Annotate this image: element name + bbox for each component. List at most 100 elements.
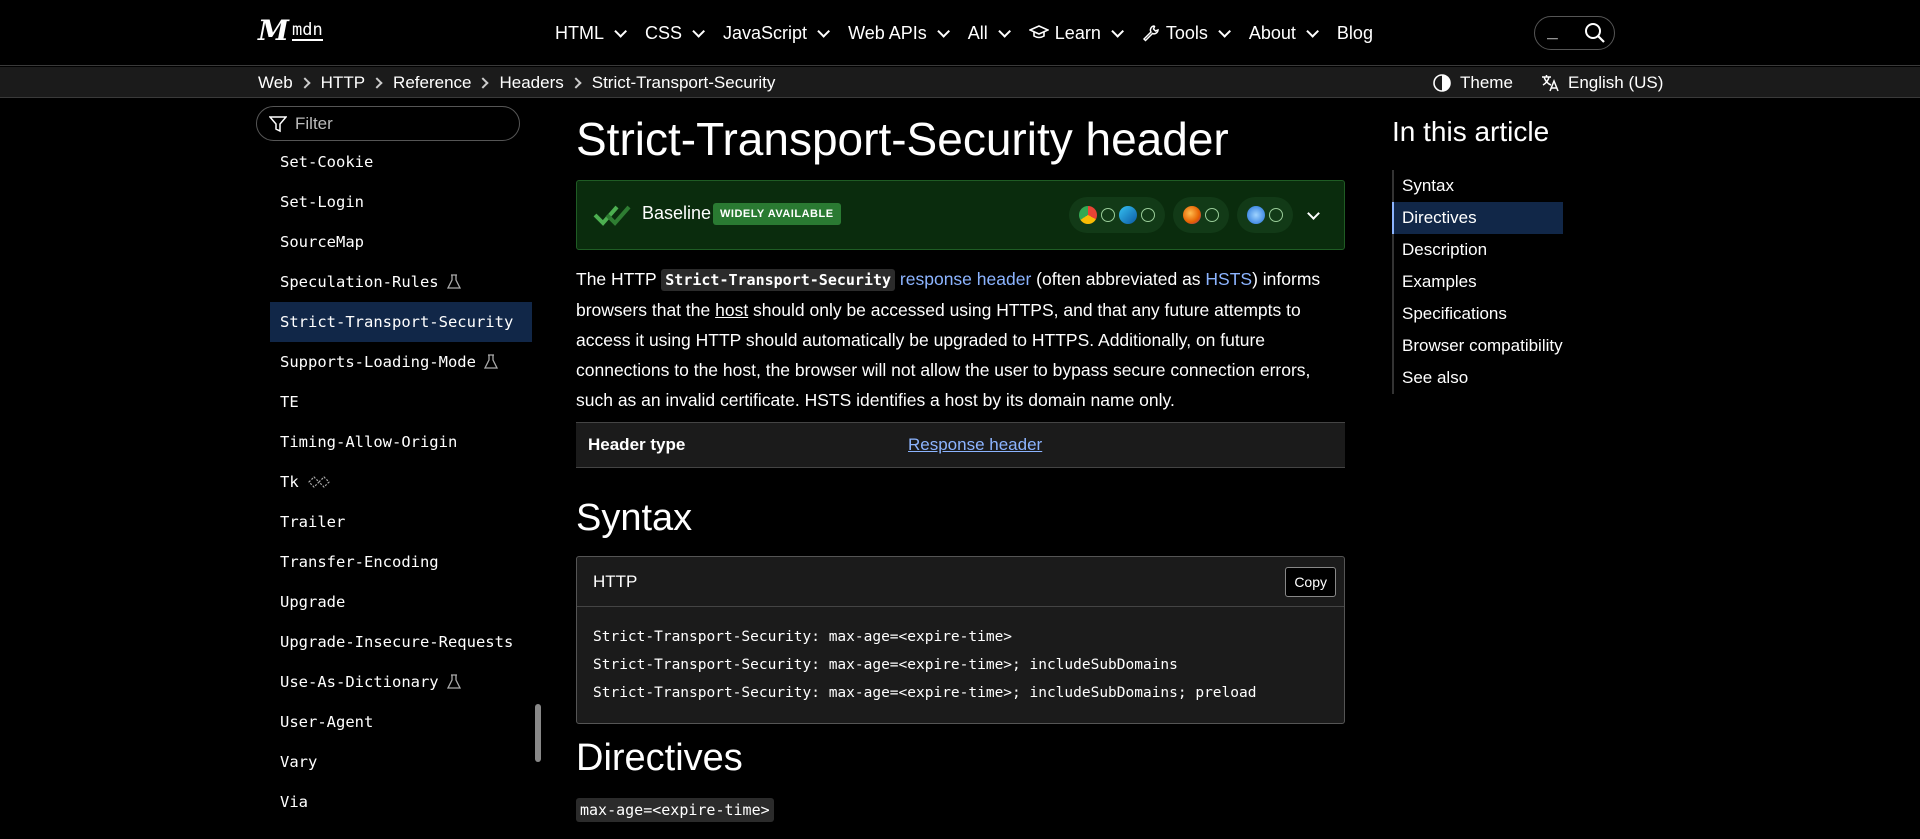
intro-text: (often abbreviated as bbox=[1031, 269, 1206, 289]
breadcrumb-reference[interactable]: Reference bbox=[393, 73, 471, 93]
top-navigation: M mdn HTML CSS JavaScript Web APIs All L… bbox=[0, 0, 1920, 66]
toc-item-examples[interactable]: Examples bbox=[1394, 266, 1563, 298]
menu-all-label: All bbox=[967, 22, 988, 43]
directives-heading: Directives bbox=[576, 737, 743, 779]
menu-blog-label: Blog bbox=[1336, 22, 1373, 43]
check-icon bbox=[1205, 208, 1219, 222]
code-header: HTTP Copy bbox=[577, 557, 1344, 607]
sidebar-item-vary[interactable]: Vary bbox=[270, 742, 532, 782]
sidebar-item-label: Timing-Allow-Origin bbox=[280, 433, 458, 451]
menu-tools[interactable]: Tools bbox=[1131, 13, 1238, 53]
breadcrumb-current[interactable]: Strict-Transport-Security bbox=[592, 73, 776, 93]
chevron-right-icon bbox=[570, 76, 582, 89]
mdn-logo[interactable]: M mdn bbox=[258, 17, 323, 45]
toc-item-browser-compatibility[interactable]: Browser compatibility bbox=[1394, 330, 1563, 362]
deprecated-icon bbox=[307, 476, 330, 488]
sidebar-scrollbar[interactable] bbox=[535, 704, 541, 762]
header-type-value-link[interactable]: Response header bbox=[908, 435, 1042, 455]
sidebar-item-upgrade-insecure-requests[interactable]: Upgrade-Insecure-Requests bbox=[270, 622, 532, 662]
code-line: Strict-Transport-Security: max-age=<expi… bbox=[593, 629, 1013, 645]
translate-icon bbox=[1542, 74, 1559, 91]
host-link[interactable]: host bbox=[715, 300, 748, 320]
sidebar-item-set-cookie[interactable]: Set-Cookie bbox=[270, 142, 532, 182]
sidebar-item-trailer[interactable]: Trailer bbox=[270, 502, 532, 542]
chevron-down-icon[interactable] bbox=[1307, 206, 1320, 220]
search-cursor: _ bbox=[1547, 19, 1558, 40]
sidebar-item-user-agent[interactable]: User-Agent bbox=[270, 702, 532, 742]
sidebar-item-set-login[interactable]: Set-Login bbox=[270, 182, 532, 222]
chevron-down-icon bbox=[1306, 24, 1319, 38]
theme-button[interactable]: Theme bbox=[1432, 67, 1513, 98]
sidebar-list: Set-Cookie Set-Login SourceMap Speculati… bbox=[270, 142, 532, 822]
menu-all[interactable]: All bbox=[957, 13, 1018, 53]
toc-item-see-also[interactable]: See also bbox=[1394, 362, 1563, 394]
sidebar-item-te[interactable]: TE bbox=[270, 382, 532, 422]
browser-support bbox=[1069, 197, 1324, 233]
menu-web-apis[interactable]: Web APIs bbox=[837, 13, 957, 53]
sidebar-item-label: SourceMap bbox=[280, 233, 364, 251]
chevron-down-icon bbox=[817, 24, 831, 38]
sidebar-item-label: User-Agent bbox=[280, 713, 374, 731]
chevron-down-icon bbox=[614, 24, 627, 38]
menu-about-label: About bbox=[1248, 22, 1296, 43]
breadcrumb-bar: Web HTTP Reference Headers Strict-Transp… bbox=[0, 67, 1920, 98]
chevron-down-icon bbox=[937, 24, 950, 38]
safari-icon bbox=[1247, 206, 1265, 224]
sidebar-item-upgrade[interactable]: Upgrade bbox=[270, 582, 532, 622]
sidebar-filter[interactable] bbox=[256, 106, 520, 141]
filter-input[interactable] bbox=[295, 113, 495, 134]
sidebar-item-label: Strict-Transport-Security bbox=[280, 313, 514, 331]
theme-icon bbox=[1433, 73, 1451, 92]
copy-button[interactable]: Copy bbox=[1285, 566, 1336, 597]
toc-item-directives[interactable]: Directives bbox=[1392, 202, 1563, 234]
chevron-down-icon bbox=[1111, 24, 1124, 38]
menu-learn[interactable]: Learn bbox=[1018, 13, 1131, 53]
breadcrumb-http[interactable]: HTTP bbox=[321, 73, 365, 93]
sidebar-item-supports-loading-mode[interactable]: Supports-Loading-Mode bbox=[270, 342, 532, 382]
sidebar-item-use-as-dictionary[interactable]: Use-As-Dictionary bbox=[270, 662, 532, 702]
chevron-right-icon bbox=[371, 76, 383, 89]
inline-code: Strict-Transport-Security bbox=[661, 269, 896, 291]
sidebar-item-via[interactable]: Via bbox=[270, 782, 532, 822]
sidebar-item-strict-transport-security[interactable]: Strict-Transport-Security bbox=[270, 302, 532, 342]
sidebar-item-sourcemap[interactable]: SourceMap bbox=[270, 222, 532, 262]
breadcrumb-headers[interactable]: Headers bbox=[499, 73, 563, 93]
toc-item-specifications[interactable]: Specifications bbox=[1394, 298, 1563, 330]
sidebar-item-label: Set-Cookie bbox=[280, 153, 374, 171]
toc-heading: In this article bbox=[1392, 116, 1550, 147]
language-label: English (US) bbox=[1568, 72, 1664, 92]
sidebar-item-label: Trailer bbox=[280, 513, 346, 531]
response-header-link[interactable]: response header bbox=[900, 269, 1031, 289]
menu-blog[interactable]: Blog bbox=[1326, 13, 1384, 53]
baseline-check-icon bbox=[593, 205, 631, 226]
sidebar-item-label: Use-As-Dictionary bbox=[280, 673, 439, 691]
sidebar-item-label: Upgrade-Insecure-Requests bbox=[280, 633, 514, 651]
menu-javascript[interactable]: JavaScript bbox=[712, 13, 837, 53]
firefox-icon bbox=[1183, 206, 1201, 224]
check-icon bbox=[1269, 208, 1283, 222]
filter-icon bbox=[269, 115, 287, 132]
search-button[interactable]: _ bbox=[1534, 16, 1615, 50]
sidebar-item-timing-allow-origin[interactable]: Timing-Allow-Origin bbox=[270, 422, 532, 462]
language-button[interactable]: English (US) bbox=[1540, 67, 1663, 98]
menu-about[interactable]: About bbox=[1238, 13, 1326, 53]
sidebar-item-transfer-encoding[interactable]: Transfer-Encoding bbox=[270, 542, 532, 582]
syntax-heading: Syntax bbox=[576, 497, 693, 539]
intro-paragraph: The HTTP Strict-Transport-Security respo… bbox=[576, 264, 1346, 415]
browser-group-safari bbox=[1237, 197, 1293, 233]
hsts-link[interactable]: HSTS bbox=[1205, 269, 1252, 289]
menu-web-apis-label: Web APIs bbox=[848, 22, 927, 43]
menu-html[interactable]: HTML bbox=[544, 13, 634, 53]
breadcrumb-web[interactable]: Web bbox=[258, 73, 293, 93]
baseline-banner[interactable]: Baseline WIDELY AVAILABLE bbox=[576, 180, 1345, 250]
chevron-down-icon bbox=[998, 24, 1011, 38]
chevron-down-icon bbox=[692, 24, 706, 38]
sidebar-item-tk[interactable]: Tk bbox=[270, 462, 532, 502]
sidebar-item-speculation-rules[interactable]: Speculation-Rules bbox=[270, 262, 532, 302]
mdn-logo-text: mdn bbox=[292, 20, 323, 41]
toc-item-description[interactable]: Description bbox=[1394, 234, 1563, 266]
intro-text: The HTTP bbox=[576, 269, 662, 289]
toc-item-syntax[interactable]: Syntax bbox=[1394, 170, 1563, 202]
experimental-flask-icon bbox=[483, 354, 498, 369]
menu-css[interactable]: CSS bbox=[634, 13, 712, 53]
